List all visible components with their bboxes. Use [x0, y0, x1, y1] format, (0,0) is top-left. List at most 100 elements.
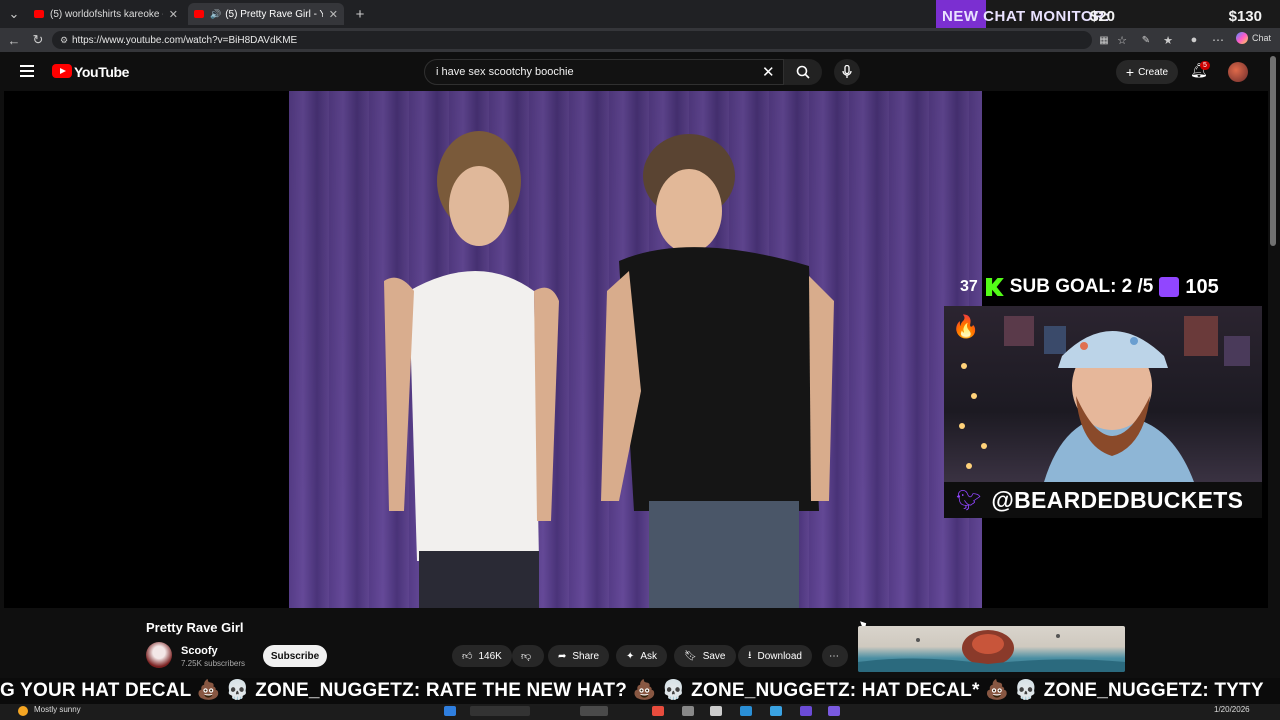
- fire-emoji-icon: 🔥: [952, 314, 979, 339]
- clear-search-icon[interactable]: ✕: [762, 63, 775, 81]
- taskbar-app-icon[interactable]: [580, 706, 608, 716]
- page-scrollbar[interactable]: [1270, 56, 1276, 246]
- tab-worldofshirts[interactable]: (5) worldofshirts kareoke - YouTube ✕: [28, 3, 184, 25]
- chat-monitor-price-1: $20: [1090, 8, 1116, 25]
- url-text: https://www.youtube.com/watch?v=BiH8DAVd…: [72, 34, 298, 46]
- search-icon: [796, 65, 810, 79]
- thumbs-up-icon: 👍︎: [462, 651, 473, 662]
- reload-icon[interactable]: ↻: [30, 32, 46, 48]
- address-bar[interactable]: https://www.youtube.com/watch?v=BiH8DAVd…: [52, 31, 1092, 49]
- taskbar-app-icon[interactable]: [710, 706, 722, 716]
- subscribe-button[interactable]: Subscribe: [263, 645, 327, 667]
- dislike-button[interactable]: 👎︎: [512, 645, 544, 667]
- ask-button[interactable]: ✦ Ask: [616, 645, 668, 667]
- copilot-icon: [1236, 32, 1248, 44]
- taskbar-app-icon[interactable]: [652, 706, 664, 716]
- ad-thumbnail[interactable]: [858, 626, 1125, 672]
- search-input[interactable]: i have sex scootchy boochie: [424, 59, 784, 85]
- microphone-icon: [842, 65, 852, 78]
- like-count: 146K: [478, 650, 502, 662]
- start-menu-icon[interactable]: [444, 706, 456, 716]
- tab-pretty-rave-girl[interactable]: 🔊 (5) Pretty Rave Girl - YouTube ✕: [188, 3, 344, 25]
- bookmark-icon: 🔖︎: [684, 650, 697, 662]
- plus-icon: +: [1125, 64, 1135, 80]
- apps-icon[interactable]: ▦: [1096, 32, 1112, 48]
- kick-logo-icon: [985, 278, 1004, 296]
- twitter-bird-icon: 🐦︎: [956, 489, 982, 512]
- thumbs-down-icon: 👎︎: [521, 651, 532, 662]
- hamburger-menu-icon[interactable]: [20, 65, 34, 77]
- search-query: i have sex scootchy boochie: [436, 66, 574, 78]
- youtube-favicon-icon: [194, 10, 204, 18]
- weather-text[interactable]: Mostly sunny: [34, 705, 81, 714]
- sub-goal-label: SUB GOAL: 2 /5: [1009, 276, 1154, 297]
- close-tab-icon[interactable]: ✕: [329, 8, 338, 21]
- chat-label: Chat: [1252, 33, 1272, 43]
- twitter-handle: @BEARDEDBUCKETS: [991, 486, 1244, 513]
- create-label: Create: [1138, 66, 1169, 78]
- taskbar-date: 1/20/2026: [1214, 705, 1250, 714]
- share-icon: ➦: [558, 650, 567, 662]
- chat-monitor-label: NEW CHAT MONITOR:: [942, 8, 1110, 25]
- youtube-logo-icon[interactable]: [52, 64, 72, 78]
- download-icon: ⭳: [748, 649, 752, 661]
- ticker-text: G YOUR HAT DECAL 💩 💀 ZONE_NUGGETZ: RATE …: [0, 680, 1264, 701]
- taskbar-search-box[interactable]: [470, 706, 530, 716]
- new-tab-plus-icon[interactable]: +: [352, 6, 368, 23]
- webcam-overlay: 🔥: [944, 306, 1262, 482]
- account-avatar[interactable]: [1228, 62, 1248, 82]
- youtube-logo-text[interactable]: YouTube: [74, 64, 129, 80]
- save-label: Save: [702, 650, 726, 662]
- sub-count-right: 105: [1185, 275, 1219, 298]
- extensions-icon[interactable]: ✎: [1138, 32, 1154, 48]
- video-scene-image: [289, 91, 982, 608]
- download-button[interactable]: ⭳ Download: [738, 645, 812, 667]
- video-title: Pretty Rave Girl: [146, 620, 244, 635]
- create-button[interactable]: + Create: [1116, 60, 1178, 84]
- favorites-icon[interactable]: ★: [1160, 32, 1176, 48]
- sub-count-left: 37: [960, 278, 978, 295]
- back-arrow-icon[interactable]: ←: [6, 32, 22, 48]
- ad-image: [858, 630, 1125, 672]
- twitch-logo-icon: [1159, 277, 1180, 297]
- download-label: Download: [757, 650, 802, 662]
- like-button[interactable]: 👍︎ 146K: [452, 645, 512, 667]
- taskbar-app-icon[interactable]: [770, 706, 782, 716]
- more-menu-icon[interactable]: ⋯: [1210, 32, 1226, 48]
- sub-goal-overlay: 37 SUB GOAL: 2 /5 105: [960, 272, 1219, 302]
- share-button[interactable]: ➦ Share: [548, 645, 610, 667]
- tab-title: (5) worldofshirts kareoke - YouTube: [50, 8, 163, 20]
- speaker-icon[interactable]: 🔊: [210, 9, 221, 20]
- more-dots-icon: ⋯: [829, 650, 839, 662]
- chat-ticker-overlay: G YOUR HAT DECAL 💩 💀 ZONE_NUGGETZ: RATE …: [0, 678, 1280, 704]
- voice-search-button[interactable]: [834, 59, 860, 85]
- twitter-handle-overlay: 🐦︎ @BEARDEDBUCKETS: [944, 482, 1262, 518]
- taskbar-app-icon[interactable]: [682, 706, 694, 716]
- channel-name[interactable]: Scoofy: [181, 645, 218, 657]
- share-label: Share: [572, 650, 600, 662]
- copilot-chat-button[interactable]: Chat: [1236, 32, 1271, 44]
- video-frame[interactable]: [289, 91, 982, 608]
- taskbar-app-icon[interactable]: [800, 706, 812, 716]
- tab-title: (5) Pretty Rave Girl - YouTube: [225, 8, 323, 20]
- ask-label: Ask: [640, 650, 658, 662]
- subscriber-count: 7.25K subscribers: [181, 659, 246, 668]
- youtube-favicon-icon: [34, 10, 44, 18]
- windows-taskbar: [0, 704, 1280, 720]
- save-button[interactable]: 🔖︎ Save: [674, 645, 736, 667]
- notification-badge: 5: [1200, 61, 1210, 70]
- tab-list-chevron-icon[interactable]: ⌄: [6, 6, 22, 22]
- favorite-star-icon[interactable]: ☆: [1114, 32, 1130, 48]
- profile-icon[interactable]: ●: [1186, 32, 1202, 48]
- chat-monitor-price-2: $130: [1228, 8, 1262, 25]
- channel-avatar[interactable]: [146, 642, 172, 668]
- taskbar-app-icon[interactable]: [828, 706, 840, 716]
- taskbar-app-icon[interactable]: [740, 706, 752, 716]
- webcam-image: 🔥: [952, 314, 1250, 482]
- search-button[interactable]: [784, 59, 822, 85]
- close-tab-icon[interactable]: ✕: [169, 8, 178, 21]
- sparkle-icon: ✦: [626, 650, 635, 662]
- more-actions-button[interactable]: ⋯: [822, 645, 848, 667]
- site-info-icon[interactable]: ⚙: [56, 32, 72, 48]
- weather-icon[interactable]: [18, 706, 28, 716]
